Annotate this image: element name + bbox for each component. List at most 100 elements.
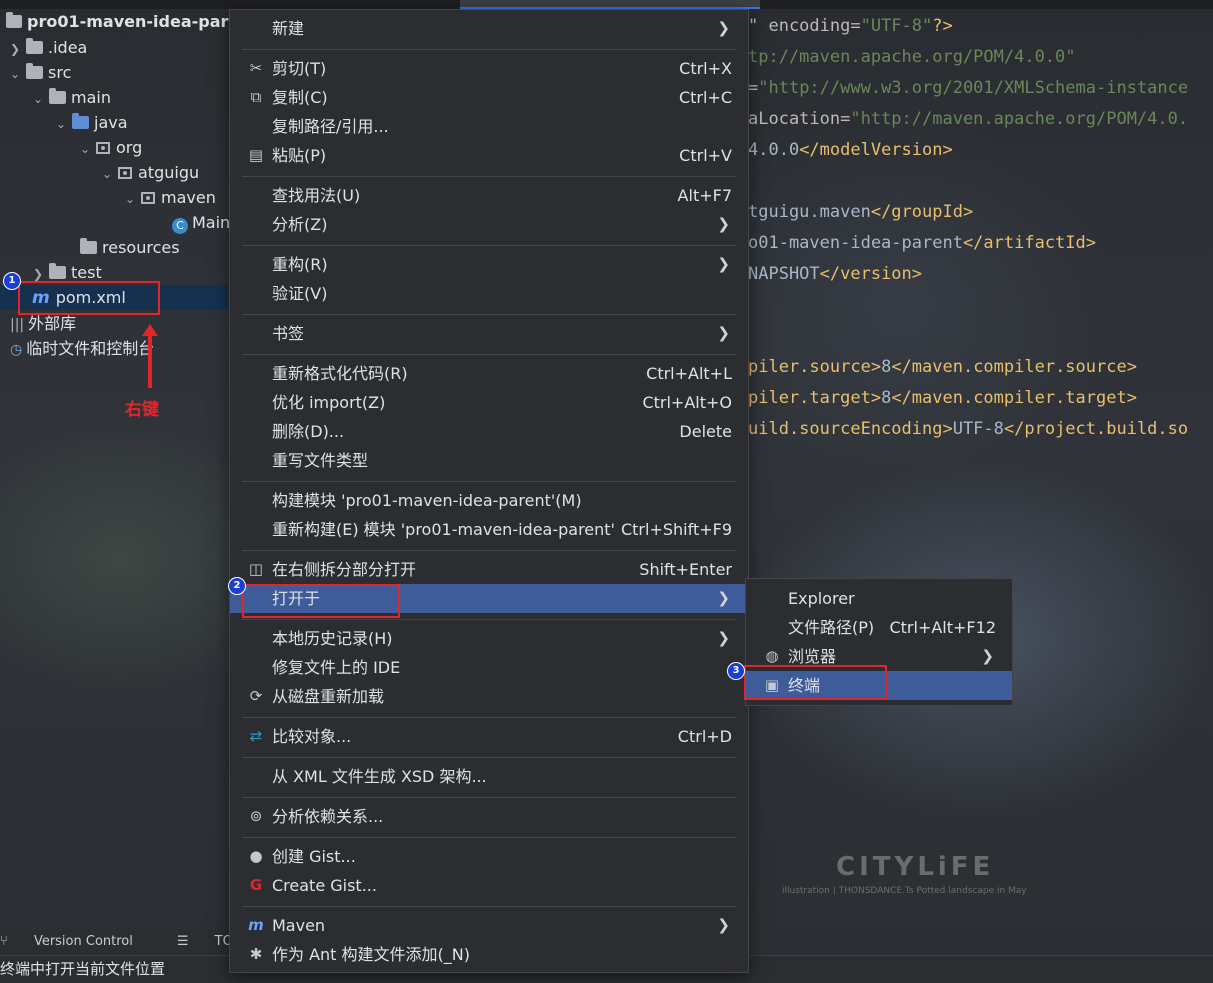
tree-item-maven[interactable]: ⌄ maven bbox=[123, 185, 216, 210]
ant-icon: ✱ bbox=[249, 945, 263, 963]
menu-item-open-right-split[interactable]: ◫ 在右侧拆分部分打开 Shift+Enter bbox=[230, 555, 748, 584]
menu-item-copy[interactable]: ⧉ 复制(C) Ctrl+C bbox=[230, 83, 748, 112]
code-line: ="http://www.w3.org/2001/XMLSchema-insta… bbox=[748, 78, 1189, 98]
tree-item-src[interactable]: ⌄ src bbox=[8, 60, 71, 85]
menu-item-create-gist-gitee[interactable]: G Create Gist... bbox=[230, 871, 748, 900]
chevron-right-icon: ❯ bbox=[717, 215, 730, 233]
status-text: 终端中打开当前文件位置 bbox=[0, 960, 166, 978]
annotation-highlight-terminal bbox=[744, 665, 887, 700]
menu-item-delete[interactable]: 删除(D)... Delete bbox=[230, 417, 748, 446]
tree-item-label: 外部库 bbox=[28, 314, 77, 333]
tree-item-label: .idea bbox=[48, 38, 88, 57]
step-badge-3: 3 bbox=[727, 662, 745, 680]
tree-item-atguigu[interactable]: ⌄ atguigu bbox=[100, 160, 199, 185]
code-editor[interactable]: " encoding="UTF-8"?> tp://maven.apache.o… bbox=[748, 9, 1213, 529]
menu-item-rebuild-module[interactable]: 重新构建(E) 模块 'pro01-maven-idea-parent' Ctrl… bbox=[230, 515, 748, 544]
tree-item-java[interactable]: ⌄ java bbox=[54, 110, 128, 135]
menu-item-build-module[interactable]: 构建模块 'pro01-maven-idea-parent'(M) bbox=[230, 486, 748, 515]
menu-item-validate[interactable]: 验证(V) bbox=[230, 279, 748, 308]
tree-item-label: java bbox=[94, 113, 128, 132]
scratches-icon: ◷ bbox=[10, 342, 23, 358]
tree-item-label: Main bbox=[192, 213, 231, 232]
chevron-down-icon: ⌄ bbox=[101, 167, 113, 181]
package-icon bbox=[96, 142, 110, 154]
chevron-down-icon: ⌄ bbox=[79, 142, 91, 156]
menu-item-analyze-dependencies[interactable]: ⊚ 分析依赖关系... bbox=[230, 802, 748, 831]
folder-icon bbox=[26, 63, 43, 79]
menu-separator bbox=[242, 314, 736, 315]
menu-item-add-ant[interactable]: ✱ 作为 Ant 构建文件添加(_N) bbox=[230, 940, 748, 969]
gitee-icon: G bbox=[249, 876, 263, 894]
submenu-item-explorer[interactable]: Explorer bbox=[746, 584, 1012, 613]
class-icon: C bbox=[172, 218, 188, 234]
menu-item-maven[interactable]: m Maven ❯ bbox=[230, 911, 748, 940]
tree-item-resources[interactable]: resources bbox=[80, 235, 180, 260]
menu-item-cut[interactable]: ✂ 剪切(T) Ctrl+X bbox=[230, 54, 748, 83]
menu-item-repair-ide[interactable]: 修复文件上的 IDE bbox=[230, 653, 748, 682]
menu-item-generate-xsd[interactable]: 从 XML 文件生成 XSD 架构... bbox=[230, 762, 748, 791]
annotation-arrow-icon bbox=[142, 324, 158, 388]
tree-item-label: org bbox=[116, 138, 143, 157]
tree-item-scratches[interactable]: ◷ 临时文件和控制台 bbox=[10, 336, 154, 361]
tool-version-control[interactable]: ⑂ Version Control bbox=[0, 934, 155, 949]
annotation-right-click-label: 右键 bbox=[125, 400, 159, 420]
active-editor-tab[interactable] bbox=[460, 0, 760, 9]
chevron-right-icon: ❯ bbox=[981, 647, 994, 665]
folder-icon bbox=[49, 263, 66, 279]
submenu-item-file-path[interactable]: 文件路径(P) Ctrl+Alt+F12 bbox=[746, 613, 1012, 642]
menu-item-bookmarks[interactable]: 书签 ❯ bbox=[230, 319, 748, 348]
menu-item-analyze[interactable]: 分析(Z) ❯ bbox=[230, 210, 748, 239]
menu-item-reload-from-disk[interactable]: ⟳ 从磁盘重新加载 bbox=[230, 682, 748, 711]
code-line: NAPSHOT</version> bbox=[748, 264, 923, 284]
code-line: 4.0.0</modelVersion> bbox=[748, 140, 953, 160]
code-line: o01-maven-idea-parent</artifactId> bbox=[748, 233, 1096, 253]
chevron-down-icon: ⌄ bbox=[9, 67, 21, 81]
code-line: tguigu.maven</groupId> bbox=[748, 202, 974, 222]
folder-icon bbox=[26, 38, 43, 54]
chevron-down-icon: ⌄ bbox=[124, 192, 136, 206]
dependency-analysis-icon: ⊚ bbox=[249, 807, 263, 825]
menu-item-copy-path[interactable]: 复制路径/引用... bbox=[230, 112, 748, 141]
menu-separator bbox=[242, 176, 736, 177]
menu-separator bbox=[242, 354, 736, 355]
compare-icon: ⇄ bbox=[249, 727, 263, 745]
branch-icon: ⑂ bbox=[0, 934, 12, 949]
menu-item-override-type[interactable]: 重写文件类型 bbox=[230, 446, 748, 475]
code-line: uild.sourceEncoding>UTF-8</project.build… bbox=[748, 419, 1189, 439]
menu-separator bbox=[242, 757, 736, 758]
menu-item-reformat[interactable]: 重新格式化代码(R) Ctrl+Alt+L bbox=[230, 359, 748, 388]
copy-icon: ⧉ bbox=[250, 88, 262, 106]
menu-item-find-usages[interactable]: 查找用法(U) Alt+F7 bbox=[230, 181, 748, 210]
tree-item-main-class[interactable]: C Main bbox=[172, 210, 230, 235]
tree-root[interactable]: pro01-maven-idea-parent bbox=[6, 9, 258, 34]
menu-item-new[interactable]: 新建 ❯ bbox=[230, 14, 748, 43]
menu-separator bbox=[242, 49, 736, 50]
annotation-highlight-open-in bbox=[242, 584, 400, 618]
menu-item-optimize-imports[interactable]: 优化 import(Z) Ctrl+Alt+O bbox=[230, 388, 748, 417]
tree-item-label: src bbox=[48, 63, 72, 82]
folder-icon bbox=[49, 88, 66, 104]
library-icon: ||| bbox=[10, 317, 25, 333]
package-icon bbox=[118, 167, 132, 179]
tree-item-org[interactable]: ⌄ org bbox=[78, 135, 142, 160]
chevron-right-icon: ❯ bbox=[9, 42, 21, 56]
chevron-right-icon: ❯ bbox=[717, 589, 730, 607]
menu-item-create-gist[interactable]: ● 创建 Gist... bbox=[230, 842, 748, 871]
scissors-icon: ✂ bbox=[249, 59, 263, 77]
tree-item-main[interactable]: ⌄ main bbox=[31, 85, 111, 110]
tool-window-bar: ⑂ Version Control☰ TODO bbox=[0, 929, 253, 955]
menu-item-local-history[interactable]: 本地历史记录(H) ❯ bbox=[230, 624, 748, 653]
menu-separator bbox=[242, 245, 736, 246]
menu-item-refactor[interactable]: 重构(R) ❯ bbox=[230, 250, 748, 279]
split-icon: ◫ bbox=[248, 560, 264, 578]
menu-item-compare-with[interactable]: ⇄ 比较对象... Ctrl+D bbox=[230, 722, 748, 751]
wallpaper-title: CITYLiFE bbox=[836, 852, 995, 882]
menu-item-paste[interactable]: ▤ 粘贴(P) Ctrl+V bbox=[230, 141, 748, 170]
menu-separator bbox=[242, 619, 736, 620]
chevron-right-icon: ❯ bbox=[717, 255, 730, 273]
tree-item-label: test bbox=[71, 263, 102, 282]
list-icon: ☰ bbox=[176, 934, 193, 949]
tree-item-idea[interactable]: ❯ .idea bbox=[8, 35, 87, 60]
chevron-down-icon: ⌄ bbox=[32, 92, 44, 106]
tree-item-label: main bbox=[71, 88, 111, 107]
